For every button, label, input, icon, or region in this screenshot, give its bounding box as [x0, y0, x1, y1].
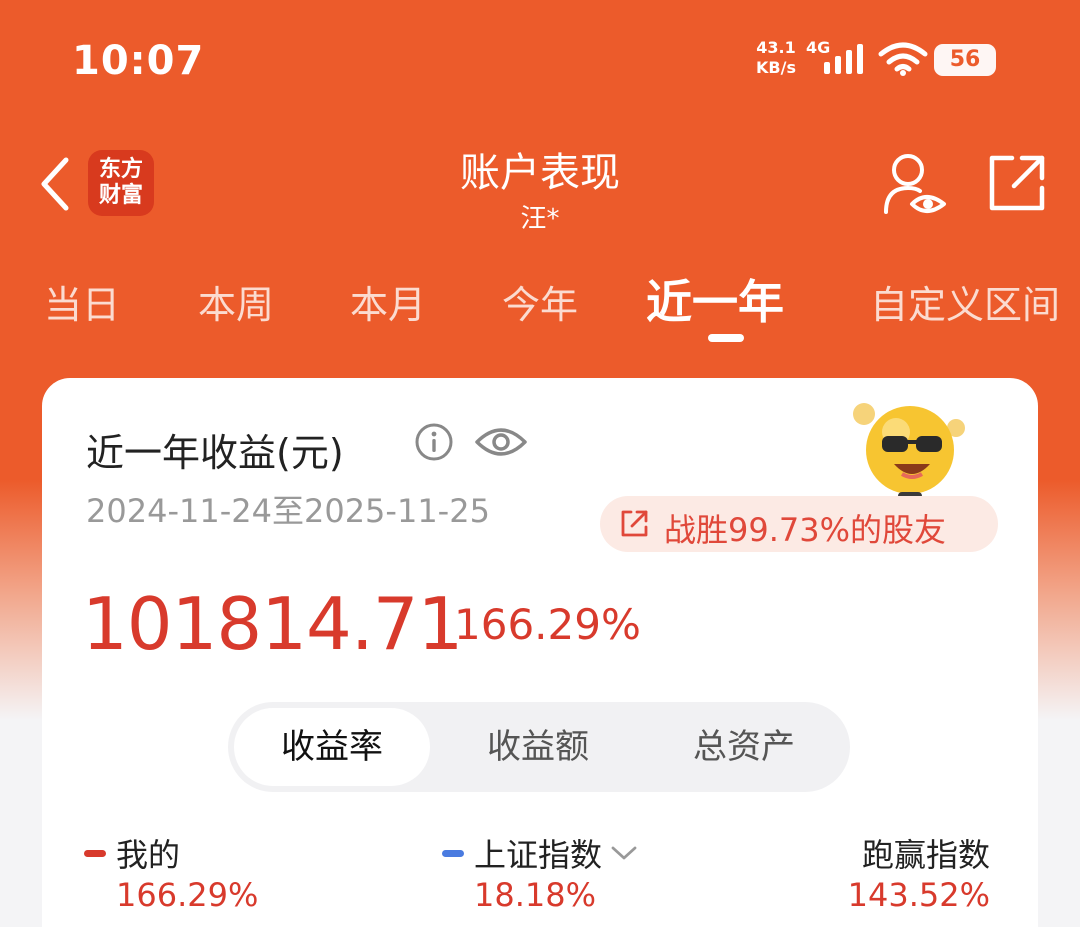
info-icon[interactable] — [414, 422, 454, 462]
user-eye-icon[interactable] — [880, 150, 950, 220]
tab-today[interactable]: 当日 — [44, 274, 120, 329]
status-bar: 10:07 43.1 KB/s 4G 56 — [0, 0, 1080, 120]
active-tab-indicator — [708, 334, 744, 342]
beat-investors-badge[interactable]: 战胜99.73%的股友 — [600, 496, 998, 552]
network-speed-value: 43.1 — [756, 38, 796, 57]
tab-this-week[interactable]: 本周 — [198, 274, 274, 329]
segment-return-amount[interactable]: 收益额 — [440, 708, 636, 786]
profit-card: 近一年收益(元) 2024-11-24至2025-11-25 战胜99.73%的… — [42, 378, 1038, 927]
signal-icon — [824, 44, 863, 74]
legend-mine-value: 166.29% — [116, 876, 259, 914]
card-title: 近一年收益(元) — [86, 431, 344, 475]
share-icon — [621, 510, 648, 537]
legend-index-label: 上证指数 — [474, 836, 603, 874]
chevron-down-icon — [611, 846, 637, 860]
network-speed: 43.1 KB/s — [756, 38, 796, 78]
tab-this-month[interactable]: 本月 — [350, 274, 426, 329]
legend-outperform: 跑赢指数 — [862, 830, 990, 876]
legend-index-selector[interactable]: 上证指数 — [442, 830, 638, 876]
beat-investors-text: 战胜99.73%的股友 — [664, 511, 947, 549]
period-tabs: 当日 本周 本月 今年 近一年 自定义区间 — [0, 266, 1080, 346]
status-time: 10:07 — [72, 38, 205, 84]
share-icon[interactable] — [984, 150, 1050, 216]
tab-custom-range[interactable]: 自定义区间 — [870, 274, 1060, 329]
legend-mine-label: 我的 — [116, 836, 181, 874]
battery-level: 56 — [949, 47, 981, 72]
legend-mine: 我的 — [84, 830, 180, 876]
battery-icon: 56 — [934, 44, 996, 76]
segment-total-assets[interactable]: 总资产 — [646, 708, 842, 786]
legend-mine-swatch — [84, 849, 106, 857]
tab-last-year[interactable]: 近一年 — [646, 266, 784, 332]
profit-rate: 166.29% — [454, 600, 641, 649]
legend-outperform-value: 143.52% — [847, 876, 990, 914]
legend-index-value: 18.18% — [474, 876, 597, 914]
mascot-emoji-icon — [853, 403, 965, 502]
metric-segmented-control: 收益率 收益额 总资产 — [228, 702, 850, 792]
eye-icon[interactable] — [474, 422, 528, 462]
legend-index-swatch — [442, 849, 464, 857]
date-range: 2024-11-24至2025-11-25 — [86, 492, 490, 530]
network-speed-unit: KB/s — [756, 58, 796, 77]
wifi-icon — [878, 42, 928, 76]
tab-this-year[interactable]: 今年 — [502, 274, 578, 329]
legend-outperform-label: 跑赢指数 — [861, 836, 990, 874]
segment-return-rate[interactable]: 收益率 — [234, 708, 430, 786]
profit-amount: 101814.71 — [82, 582, 463, 666]
